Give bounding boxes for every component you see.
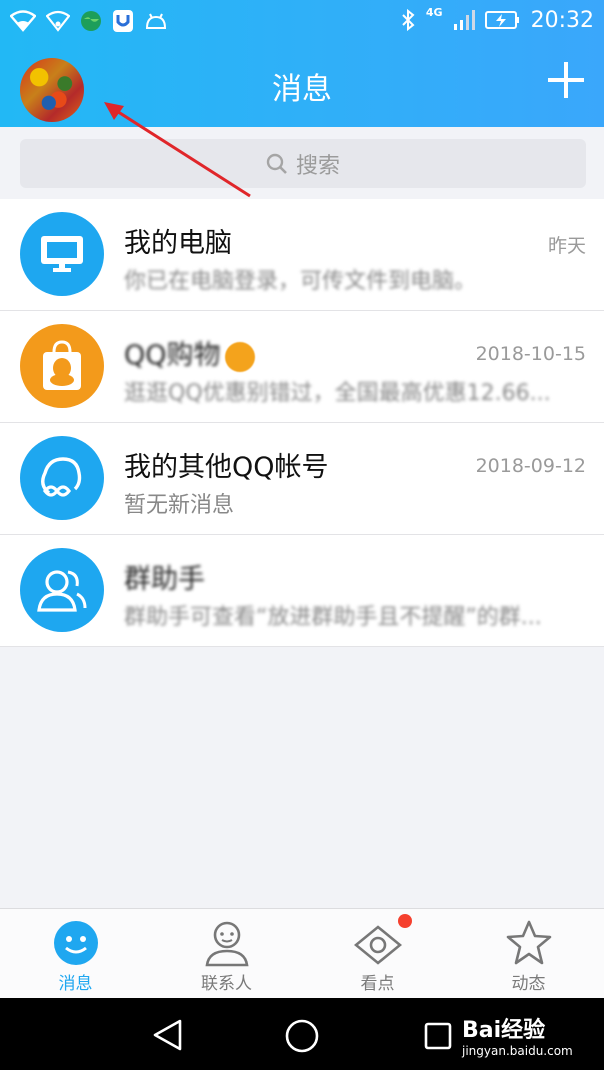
conversation-preview: 逛逛QQ优惠别错过，全国最高优惠12.66... — [124, 381, 551, 406]
watermark-logo-text: Bai经验 — [462, 1018, 546, 1043]
tab-contacts[interactable]: 联系人 — [151, 909, 302, 999]
group-assistant-icon — [20, 548, 104, 632]
notification-badge — [398, 914, 412, 928]
signal-icon — [453, 10, 475, 30]
tab-label: 联系人 — [201, 974, 252, 994]
android-icon — [145, 13, 167, 29]
conversation-preview: 你已在电脑登录，可传文件到电脑。 — [124, 269, 477, 294]
wifi-icon — [10, 10, 36, 32]
conversation-time: 2018-09-12 — [475, 455, 586, 477]
search-icon — [266, 153, 287, 174]
wifi-outline-icon — [46, 10, 70, 32]
shield-app-icon — [113, 10, 133, 32]
tab-kandian[interactable]: 看点 — [302, 909, 453, 999]
conversation-item-group-assistant[interactable]: 群助手 群助手可查看“放进群助手且不提醒”的群... — [0, 535, 604, 647]
conversation-title-text: QQ购物 — [124, 340, 221, 371]
watermark-url: jingyan.baidu.com — [462, 1044, 573, 1058]
tab-label: 看点 — [360, 974, 395, 994]
conversation-time: 2018-10-15 — [475, 343, 586, 365]
eye-icon — [353, 925, 402, 965]
search-placeholder: 搜索 — [295, 153, 340, 179]
status-icons-right: 4G 20:32 — [400, 5, 594, 35]
add-button[interactable] — [546, 60, 586, 100]
shopping-bag-icon — [20, 324, 104, 408]
tab-label: 动态 — [511, 974, 546, 994]
conversation-item-other-accounts[interactable]: 我的其他QQ帐号 暂无新消息 2018-09-12 — [0, 423, 604, 535]
system-navigation-bar: Bai经验 jingyan.baidu.com — [0, 998, 604, 1070]
message-icon — [53, 921, 98, 965]
conversation-preview: 暂无新消息 — [124, 493, 235, 518]
bottom-tab-bar: 消息 联系人 看点 动态 — [0, 908, 604, 999]
conversation-title: 我的电脑 — [124, 228, 232, 259]
back-icon[interactable] — [150, 1018, 184, 1052]
conversation-item-qq-shopping[interactable]: QQ购物 逛逛QQ优惠别错过，全国最高优惠12.66... 2018-10-15 — [0, 311, 604, 423]
title-bar: 消息 — [0, 42, 604, 127]
status-bar: 4G 20:32 — [0, 0, 604, 42]
conversation-time: 昨天 — [547, 235, 586, 257]
baidu-watermark: Bai经验 jingyan.baidu.com — [462, 1012, 602, 1062]
clock: 20:32 — [530, 7, 594, 33]
conversation-title: QQ购物 — [124, 333, 255, 372]
computer-icon — [20, 212, 104, 296]
tab-updates[interactable]: 动态 — [453, 909, 604, 999]
tab-label: 消息 — [58, 974, 93, 994]
conversation-title: 群助手 — [124, 564, 205, 595]
status-icons-left — [10, 7, 168, 35]
conversation-list: 我的电脑 你已在电脑登录，可传文件到电脑。 昨天 QQ购物 逛逛QQ优惠别错过，… — [0, 199, 604, 647]
linked-accounts-icon — [20, 436, 104, 520]
contacts-icon — [205, 921, 248, 967]
home-icon[interactable] — [284, 1018, 320, 1054]
battery-icon — [484, 11, 519, 29]
conversation-preview: 群助手可查看“放进群助手且不提醒”的群... — [124, 605, 542, 630]
star-icon — [506, 920, 551, 965]
bluetooth-icon — [402, 8, 415, 32]
conversation-item-my-computer[interactable]: 我的电脑 你已在电脑登录，可传文件到电脑。 昨天 — [0, 199, 604, 311]
network-type: 4G — [425, 5, 443, 19]
tab-messages[interactable]: 消息 — [0, 909, 151, 999]
header-bar: 4G 20:32 消息 — [0, 0, 604, 127]
verified-badge-icon — [224, 341, 255, 372]
search-input[interactable]: 搜索 — [20, 139, 586, 188]
globe-app-icon — [81, 11, 101, 31]
conversation-title: 我的其他QQ帐号 — [124, 452, 329, 483]
recents-icon[interactable] — [424, 1022, 452, 1050]
page-title: 消息 — [272, 72, 332, 107]
